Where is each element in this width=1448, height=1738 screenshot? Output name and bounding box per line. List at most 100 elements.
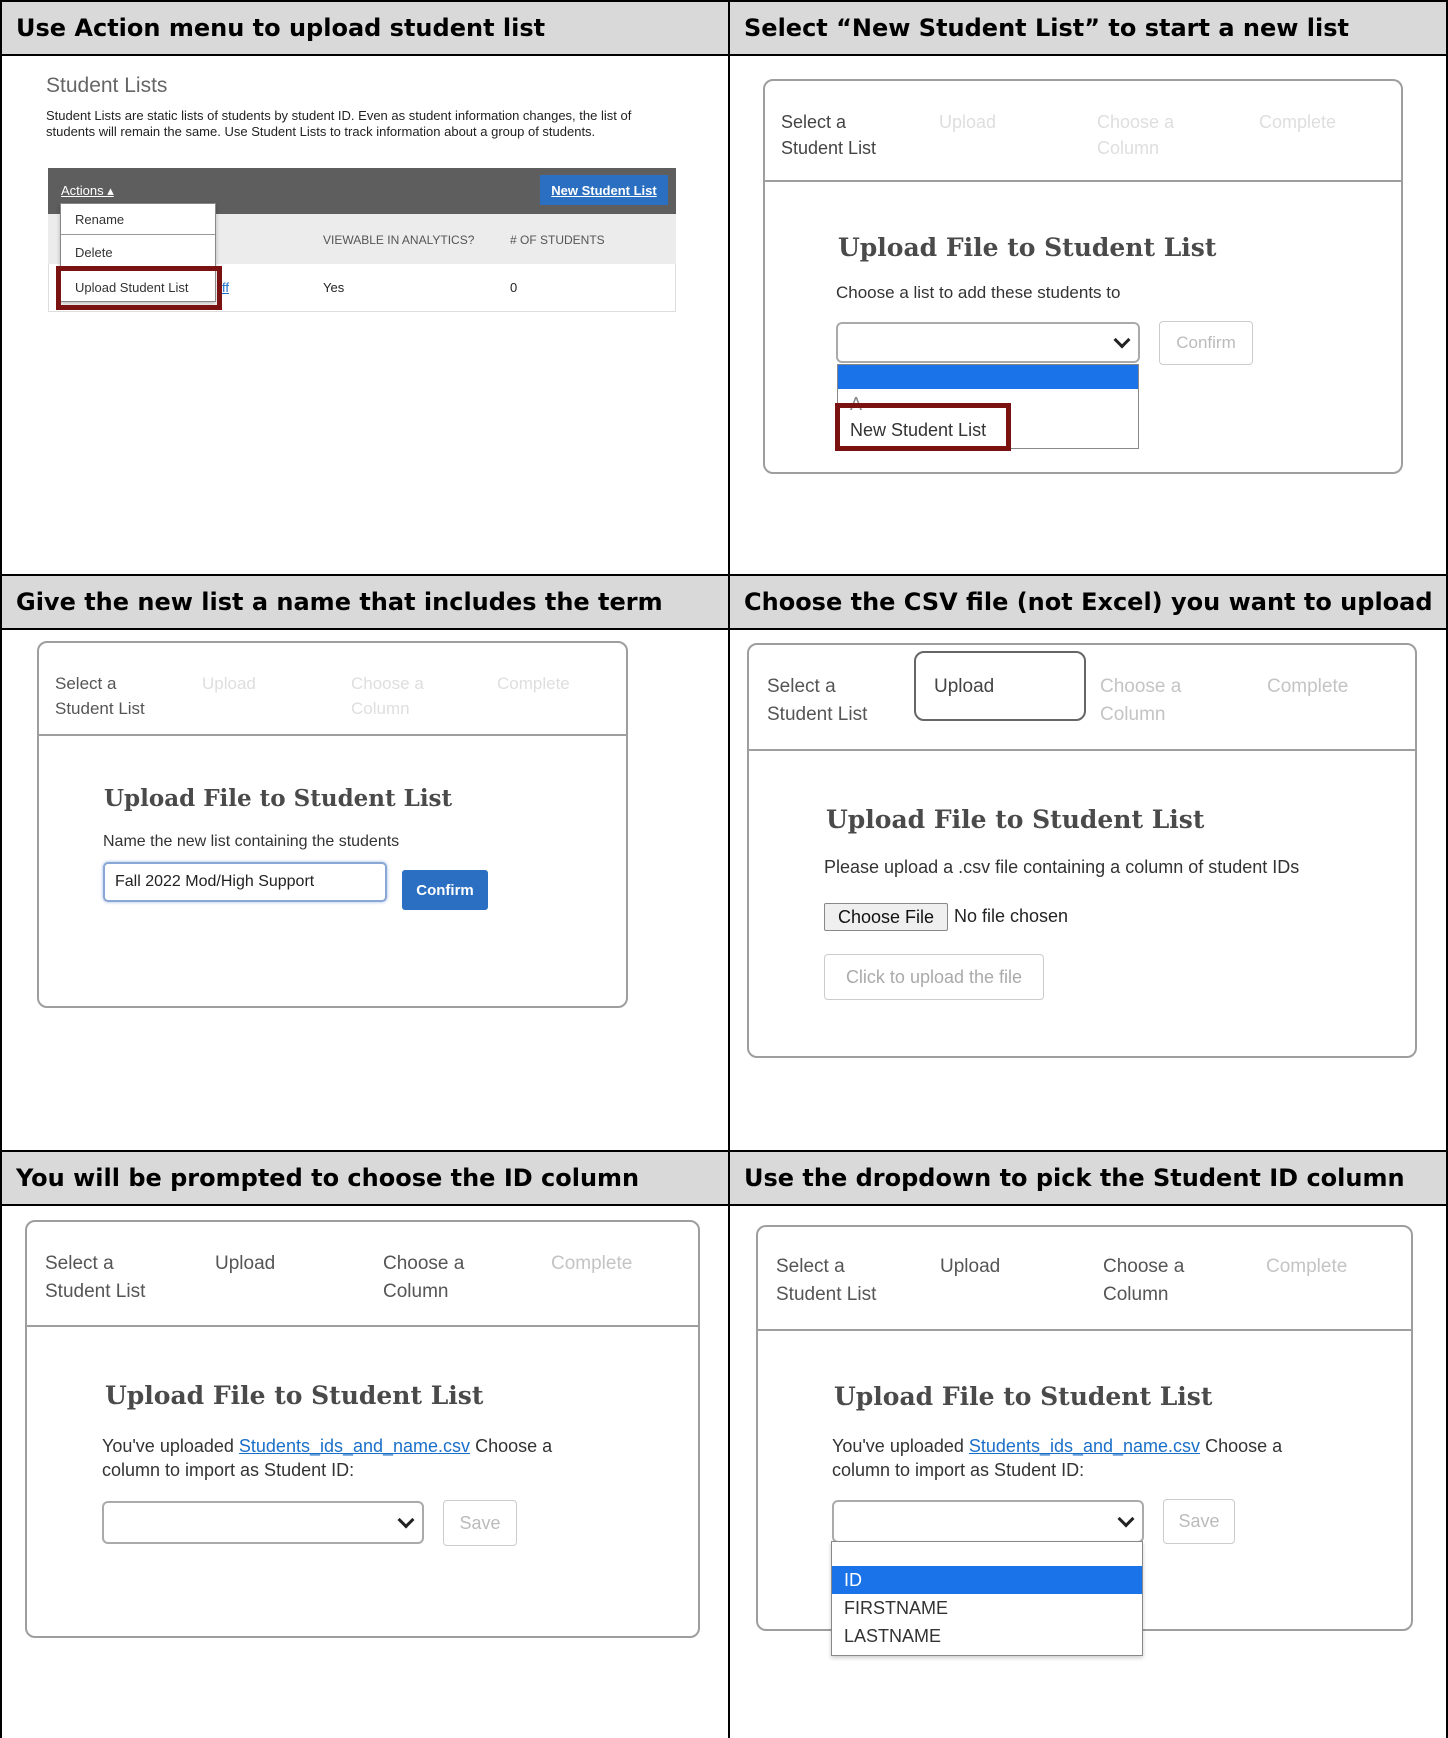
upload-title: Upload File to Student List	[105, 1381, 484, 1410]
step-complete: Complete	[1267, 676, 1349, 697]
chevron-down-icon	[397, 1511, 415, 1528]
cell-header-6: Use the dropdown to pick the Student ID …	[730, 1152, 1446, 1204]
menu-item-delete[interactable]: Delete	[61, 237, 215, 268]
step-choose-line1: Choose a	[383, 1253, 465, 1274]
column-viewable-header: VIEWABLE IN ANALYTICS?	[323, 233, 475, 247]
column-options-dropdown: ID FIRSTNAME LASTNAME	[831, 1541, 1143, 1656]
uploaded-prefix: You've uploaded	[832, 1436, 969, 1456]
cell-header-3: Give the new list a name that includes t…	[2, 576, 728, 628]
uploaded-file-message: You've uploaded Students_ids_and_name.cs…	[832, 1434, 1332, 1482]
new-student-list-button[interactable]: New Student List	[540, 175, 668, 205]
step-choose-column: Choose a Column	[351, 671, 424, 721]
confirm-button[interactable]: Confirm	[1159, 321, 1253, 365]
step-upload: Upload	[934, 676, 995, 697]
upload-title: Upload File to Student List	[104, 785, 453, 812]
chevron-down-icon	[1117, 1510, 1135, 1527]
cell-header-4: Choose the CSV file (not Excel) you want…	[730, 576, 1446, 628]
step-choose-line1: Choose a	[351, 674, 424, 693]
step-select-line1: Select a	[776, 1256, 845, 1277]
wizard-panel-upload: Select a Student List Upload Choose a Colu…	[747, 643, 1417, 1058]
column-select[interactable]	[832, 1500, 1144, 1543]
choose-list-prompt: Choose a list to add these students to	[836, 283, 1121, 302]
step-choose-line1: Choose a	[1103, 1256, 1185, 1277]
uploaded-prefix: You've uploaded	[102, 1436, 239, 1456]
column-option-lastname[interactable]: LASTNAME	[832, 1622, 1142, 1650]
choose-file-button[interactable]: Choose File	[824, 903, 948, 931]
actions-menu-button[interactable]: Actions ▴	[61, 183, 114, 199]
upload-file-button[interactable]: Click to upload the file	[824, 954, 1044, 1000]
step-choose-line2: Column	[1100, 704, 1166, 725]
step-upload: Upload	[215, 1253, 276, 1274]
step-complete: Complete	[1266, 1256, 1348, 1277]
menu-item-rename[interactable]: Rename	[61, 204, 215, 235]
step-upload: Upload	[939, 112, 997, 132]
step-select-list: Select a Student List	[55, 671, 145, 721]
wizard-separator	[758, 1329, 1411, 1331]
upload-title: Upload File to Student List	[826, 805, 1205, 834]
step-choose-line2: Column	[383, 1281, 449, 1302]
hdr-line-3	[0, 1204, 1448, 1206]
step-upload: Upload	[940, 1256, 1001, 1277]
column-option-id[interactable]: ID	[832, 1566, 1142, 1594]
step-select-list: Select a Student List	[767, 673, 867, 729]
step-select-line1: Select a	[767, 676, 836, 697]
upload-title: Upload File to Student List	[834, 1382, 1213, 1411]
wizard-panel-column: Select a Student List Upload Choose a Colu…	[25, 1220, 700, 1638]
step-select-line2: Student List	[45, 1281, 146, 1302]
student-lists-description: Student Lists are static lists of studen…	[46, 108, 632, 139]
confirm-button[interactable]: Confirm	[402, 870, 488, 910]
step-complete: Complete	[1259, 112, 1337, 132]
column-count-header: # OF STUDENTS	[510, 233, 605, 247]
column-select[interactable]	[102, 1501, 424, 1544]
step-choose-column: Choose a Column	[383, 1250, 464, 1306]
list-name-link[interactable]: ff	[222, 280, 229, 295]
step-select-line2: Student List	[55, 699, 145, 718]
step-choose-line2: Column	[1097, 138, 1160, 158]
list-option-blank[interactable]	[838, 365, 1138, 389]
step-select-line2: Student List	[781, 138, 877, 158]
column-option-blank[interactable]	[832, 1542, 1142, 1566]
list-name-input[interactable]: Fall 2022 Mod/High Support	[103, 862, 387, 902]
step-choose-line1: Choose a	[1097, 112, 1175, 132]
step-select-list: Select a Student List	[45, 1250, 145, 1306]
step-select-line1: Select a	[781, 112, 847, 132]
step-select-line1: Select a	[45, 1253, 114, 1274]
chevron-down-icon	[1113, 331, 1131, 348]
upload-csv-prompt: Please upload a .csv file containing a c…	[824, 857, 1300, 877]
step-choose-line2: Column	[351, 699, 410, 718]
highlight-upload-student-list	[56, 266, 222, 310]
step-select-list: Select a Student List	[781, 109, 876, 161]
wizard-separator	[39, 734, 626, 736]
save-button[interactable]: Save	[443, 1500, 517, 1546]
step-upload: Upload	[202, 674, 256, 693]
row-count-value: 0	[510, 280, 518, 295]
list-select[interactable]	[836, 322, 1140, 363]
step-select-line2: Student List	[767, 704, 868, 725]
step-choose-line1: Choose a	[1100, 676, 1182, 697]
grid-left	[0, 0, 2, 1738]
uploaded-file-link[interactable]: Students_ids_and_name.csv	[969, 1436, 1200, 1456]
step-complete: Complete	[551, 1253, 633, 1274]
wizard-separator	[749, 749, 1415, 751]
wizard-separator	[27, 1325, 698, 1327]
step-choose-column: Choose a Column	[1103, 1253, 1184, 1309]
wizard-panel-name: Select a Student List Upload Choose a Colu…	[37, 641, 628, 1008]
wizard-separator	[765, 180, 1401, 182]
name-list-prompt: Name the new list containing the student…	[103, 833, 400, 850]
save-button[interactable]: Save	[1163, 1499, 1235, 1544]
row-viewable-value: Yes	[323, 280, 345, 295]
hdr-line-1	[0, 54, 1448, 56]
uploaded-file-message: You've uploaded Students_ids_and_name.cs…	[102, 1434, 602, 1482]
step-select-line1: Select a	[55, 674, 117, 693]
step-choose-line2: Column	[1103, 1284, 1169, 1305]
no-file-chosen-label: No file chosen	[954, 906, 1069, 926]
uploaded-file-link[interactable]: Students_ids_and_name.csv	[239, 1436, 470, 1456]
step-choose-column: Choose a Column	[1100, 673, 1181, 729]
cell-header-5: You will be prompted to choose the ID co…	[2, 1152, 728, 1204]
column-option-firstname[interactable]: FIRSTNAME	[832, 1594, 1142, 1622]
cell-header-2: Select “New Student List” to start a new…	[730, 2, 1446, 54]
step-select-list: Select a Student List	[776, 1253, 876, 1309]
step-complete: Complete	[497, 674, 570, 693]
step-select-line2: Student List	[776, 1284, 877, 1305]
grid-mid	[728, 0, 730, 1738]
